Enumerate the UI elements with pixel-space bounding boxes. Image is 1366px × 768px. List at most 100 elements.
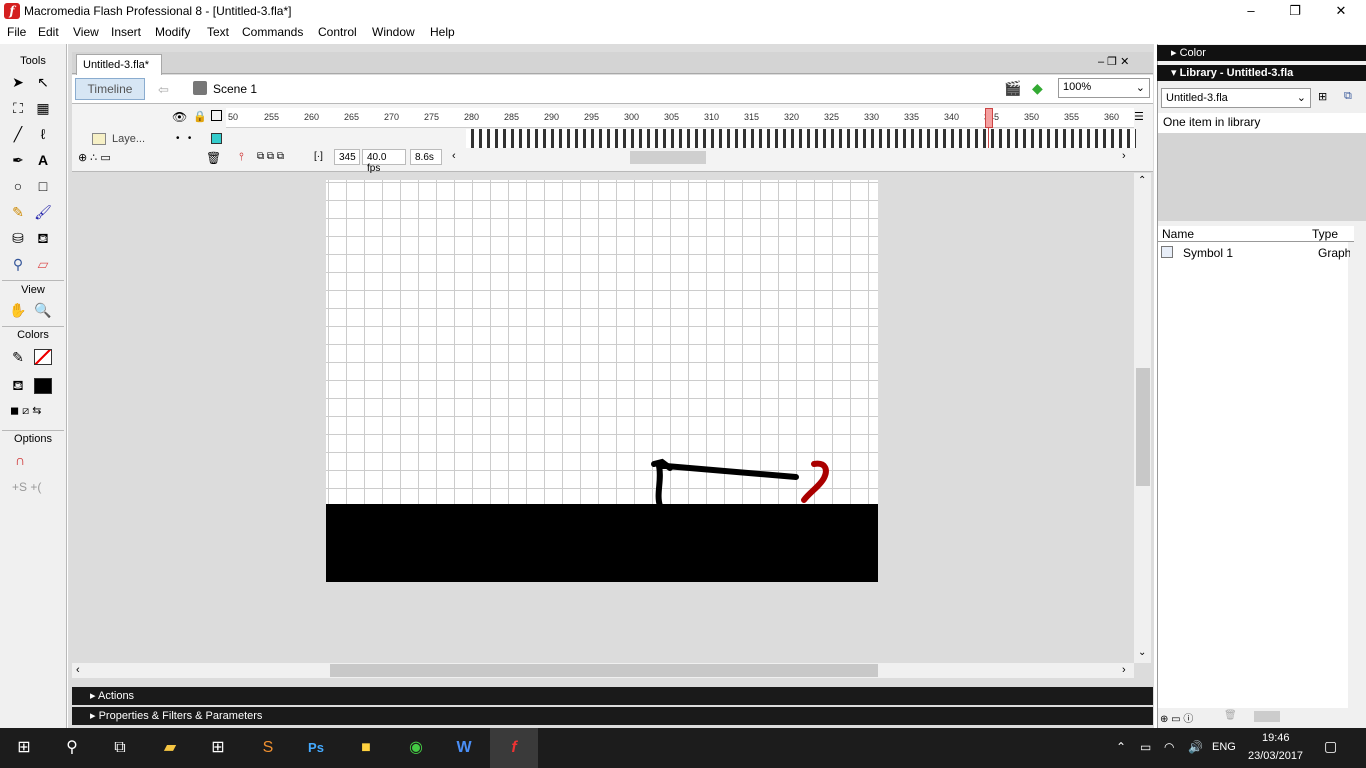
notifications-icon[interactable]: ▢ (1324, 738, 1337, 755)
document-tab[interactable]: Untitled-3.fla* (76, 54, 162, 75)
task-view-icon[interactable]: ⧉ (96, 728, 144, 768)
ink-bottle-tool-icon[interactable]: ⛁ (7, 227, 29, 249)
selection-tool-icon[interactable]: ➤ (7, 71, 29, 93)
timeline-hscroll-thumb[interactable] (630, 151, 706, 164)
modify-onion-icon[interactable]: [·] (314, 151, 323, 162)
sticky-notes-icon[interactable]: ■ (342, 728, 390, 768)
show-hidden-icons-icon[interactable]: ⌃ (1116, 740, 1126, 754)
eyedropper-tool-icon[interactable]: ⚲ (7, 253, 29, 275)
library-vertical-scrollbar[interactable] (1350, 242, 1366, 708)
maximize-button[interactable]: ❐ (1272, 0, 1318, 22)
scroll-down-icon[interactable]: ⌄ (1138, 647, 1146, 658)
lasso-tool-icon[interactable]: ℓ (32, 123, 54, 145)
timeline-scroll-right-icon[interactable]: › (1122, 150, 1126, 162)
chrome-icon[interactable]: ◉ (392, 728, 440, 768)
timeline-menu-icon[interactable]: ☰ (1134, 110, 1144, 123)
add-layer-icon[interactable]: ⊕ ∴ ▭ (78, 151, 111, 164)
stroke-color-icon[interactable]: ✎ (7, 346, 29, 368)
library-hscroll-thumb[interactable] (1254, 711, 1280, 722)
volume-icon[interactable]: 🔊 (1188, 740, 1203, 754)
playhead[interactable] (985, 108, 993, 128)
menu-help[interactable]: Help (430, 25, 455, 39)
text-tool-icon[interactable]: A (32, 149, 54, 171)
layer-outline-color[interactable] (211, 133, 222, 144)
store-icon[interactable]: ⊞ (194, 728, 242, 768)
oval-tool-icon[interactable]: ○ (7, 175, 29, 197)
eraser-tool-icon[interactable]: ▱ (32, 253, 54, 275)
red-stick-figure[interactable] (801, 460, 829, 503)
library-panel-bar[interactable]: ▾ Library - Untitled-3.fla (1157, 65, 1366, 81)
edit-scene-icon[interactable]: 🎬 (1004, 80, 1021, 97)
black-stick-figure[interactable] (655, 463, 799, 509)
color-swap-buttons[interactable]: ◼ ⧄ ⇆ (10, 404, 58, 418)
name-column-header[interactable]: Name (1162, 227, 1194, 241)
scene-label[interactable]: Scene 1 (213, 82, 257, 96)
timeline-scroll-left-icon[interactable]: ‹ (452, 150, 456, 162)
timeline-toggle-button[interactable]: Timeline (75, 78, 145, 100)
library-document-select[interactable]: Untitled-3.fla ⌄ (1161, 88, 1311, 108)
lock-icon[interactable]: 🔒 (193, 110, 207, 123)
actions-panel-bar[interactable]: ▸ Actions (72, 687, 1153, 705)
start-windows-icon[interactable]: ⊞ (0, 728, 48, 768)
doc-window-controls[interactable]: – ❐ ✕ (1098, 55, 1129, 68)
search-icon[interactable]: ⚲ (48, 728, 96, 768)
zoom-select[interactable]: 100% ⌄ (1058, 78, 1150, 98)
hand-tool-icon[interactable]: ✋ (7, 299, 29, 321)
menu-control[interactable]: Control (318, 25, 357, 39)
onion-skin-icons[interactable]: ⧉ ⧉ ⧉ (257, 151, 284, 162)
flash-taskbar-icon[interactable]: f (490, 728, 538, 768)
clock-time[interactable]: 19:46 (1262, 732, 1290, 744)
layer-name[interactable]: Laye... (112, 133, 145, 145)
menu-modify[interactable]: Modify (155, 25, 190, 39)
subselection-tool-icon[interactable]: ↖ (32, 71, 54, 93)
line-tool-icon[interactable]: ╱ (7, 123, 29, 145)
eye-icon[interactable]: 👁 (172, 110, 187, 124)
stage-hscroll-thumb[interactable] (330, 664, 878, 677)
pin-library-icon[interactable]: ⊞ (1318, 90, 1327, 103)
scroll-right-icon[interactable]: › (1122, 664, 1126, 676)
new-symbol-icon[interactable]: ⊕ ▭ ⓘ (1160, 710, 1193, 725)
keyframes-strip[interactable] (466, 129, 1136, 148)
file-explorer-icon[interactable]: ▰ (146, 728, 194, 768)
gradient-transform-tool-icon[interactable]: ▦ (32, 97, 54, 119)
pen-tool-icon[interactable]: ✒ (7, 149, 29, 171)
menu-text[interactable]: Text (207, 25, 229, 39)
paint-bucket-tool-icon[interactable]: ⛾ (32, 227, 54, 249)
smooth-straighten-icon[interactable]: +S +( (12, 480, 41, 494)
clock-date[interactable]: 23/03/2017 (1248, 750, 1303, 762)
zoom-tool-icon[interactable]: 🔍 (32, 299, 54, 321)
library-item-name[interactable]: Symbol 1 (1183, 246, 1233, 260)
sublime-text-icon[interactable]: S (244, 728, 292, 768)
properties-panel-bar[interactable]: ▸ Properties & Filters & Parameters (72, 707, 1153, 725)
pencil-tool-icon[interactable]: ✎ (7, 201, 29, 223)
menu-edit[interactable]: Edit (38, 25, 59, 39)
layer-visibility-dots[interactable]: • • (176, 133, 191, 144)
back-arrow-icon[interactable]: ⇦ (158, 82, 169, 98)
menu-file[interactable]: File (7, 25, 26, 39)
menu-view[interactable]: View (73, 25, 99, 39)
fill-color-icon[interactable]: ⛾ (7, 374, 29, 396)
menu-commands[interactable]: Commands (242, 25, 303, 39)
photoshop-icon[interactable]: Ps (292, 728, 340, 768)
minimize-button[interactable]: – (1228, 0, 1274, 22)
delete-symbol-icon[interactable]: 🗑 (1224, 710, 1237, 721)
menu-insert[interactable]: Insert (111, 25, 141, 39)
snap-magnet-icon[interactable]: ∩ (9, 449, 31, 471)
edit-symbol-icon[interactable]: ◆ (1032, 80, 1043, 97)
brush-tool-icon[interactable]: 🖌 (32, 201, 54, 223)
new-library-panel-icon[interactable]: ⧉ (1344, 90, 1352, 103)
word-icon[interactable]: W (440, 728, 488, 768)
center-frame-icon[interactable]: ⫯ (239, 151, 244, 164)
delete-layer-icon[interactable]: 🗑 (206, 151, 221, 165)
fill-color-swatch[interactable] (34, 378, 52, 394)
battery-icon[interactable]: ▭ (1140, 740, 1151, 754)
wifi-icon[interactable]: ◠ (1164, 740, 1174, 754)
free-transform-tool-icon[interactable]: ⛶ (7, 97, 29, 119)
scroll-left-icon[interactable]: ‹ (76, 664, 80, 676)
scroll-up-icon[interactable]: ⌃ (1138, 175, 1146, 186)
menu-window[interactable]: Window (372, 25, 415, 39)
color-panel-bar[interactable]: ▸ Color (1157, 45, 1366, 61)
close-button[interactable]: ✕ (1318, 0, 1364, 22)
type-column-header[interactable]: Type (1312, 227, 1338, 241)
outline-icon[interactable] (211, 110, 222, 121)
